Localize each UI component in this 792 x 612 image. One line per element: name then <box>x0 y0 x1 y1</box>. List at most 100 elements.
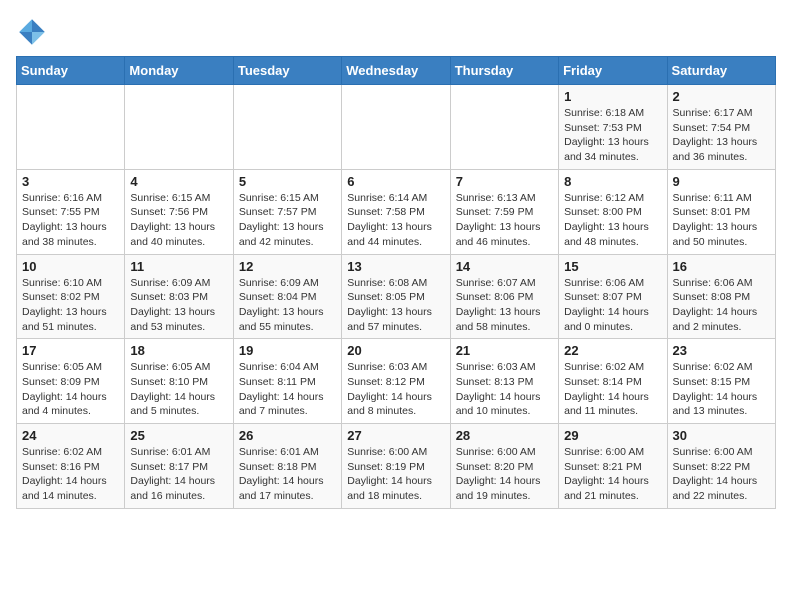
calendar-cell <box>17 85 125 170</box>
day-number: 13 <box>347 259 444 274</box>
day-number: 22 <box>564 343 661 358</box>
calendar-cell: 3 Sunrise: 6:16 AM Sunset: 7:55 PM Daylig… <box>17 169 125 254</box>
calendar-cell: 18Sunrise: 6:05 AM Sunset: 8:10 PM Dayli… <box>125 339 233 424</box>
day-info: Sunrise: 6:14 AM Sunset: 7:58 PM Dayligh… <box>347 191 444 250</box>
day-info: Sunrise: 6:00 AM Sunset: 8:22 PM Dayligh… <box>673 445 770 504</box>
day-info: Sunrise: 6:18 AM Sunset: 7:53 PM Dayligh… <box>564 106 661 165</box>
day-info: Sunrise: 6:04 AM Sunset: 8:11 PM Dayligh… <box>239 360 336 419</box>
column-header-thursday: Thursday <box>450 57 558 85</box>
day-number: 17 <box>22 343 119 358</box>
logo-icon <box>16 16 48 48</box>
day-number: 29 <box>564 428 661 443</box>
calendar-cell: 14Sunrise: 6:07 AM Sunset: 8:06 PM Dayli… <box>450 254 558 339</box>
calendar-cell <box>125 85 233 170</box>
day-info: Sunrise: 6:06 AM Sunset: 8:08 PM Dayligh… <box>673 276 770 335</box>
calendar-cell: 7Sunrise: 6:13 AM Sunset: 7:59 PM Daylig… <box>450 169 558 254</box>
calendar-cell: 12 Sunrise: 6:09 AM Sunset: 8:04 PM Dayli… <box>233 254 341 339</box>
calendar-cell: 9 Sunrise: 6:11 AM Sunset: 8:01 PM Daylig… <box>667 169 775 254</box>
calendar-cell: 26 Sunrise: 6:01 AM Sunset: 8:18 PM Dayli… <box>233 424 341 509</box>
day-info: Sunrise: 6:00 AM Sunset: 8:19 PM Dayligh… <box>347 445 444 504</box>
day-info: Sunrise: 6:15 AM Sunset: 7:56 PM Dayligh… <box>130 191 227 250</box>
day-number: 26 <box>239 428 336 443</box>
day-info: Sunrise: 6:03 AM Sunset: 8:13 PM Dayligh… <box>456 360 553 419</box>
day-info: Sunrise: 6:00 AM Sunset: 8:20 PM Dayligh… <box>456 445 553 504</box>
calendar-cell: 19 Sunrise: 6:04 AM Sunset: 8:11 PM Dayli… <box>233 339 341 424</box>
day-number: 19 <box>239 343 336 358</box>
calendar-week-row: 1 Sunrise: 6:18 AM Sunset: 7:53 PM Daylig… <box>17 85 776 170</box>
calendar-cell: 13 Sunrise: 6:08 AM Sunset: 8:05 PM Dayli… <box>342 254 450 339</box>
day-info: Sunrise: 6:11 AM Sunset: 8:01 PM Dayligh… <box>673 191 770 250</box>
day-info: Sunrise: 6:16 AM Sunset: 7:55 PM Dayligh… <box>22 191 119 250</box>
calendar-cell: 16Sunrise: 6:06 AM Sunset: 8:08 PM Dayli… <box>667 254 775 339</box>
day-info: Sunrise: 6:02 AM Sunset: 8:16 PM Dayligh… <box>22 445 119 504</box>
calendar-cell: 4 Sunrise: 6:15 AM Sunset: 7:56 PM Daylig… <box>125 169 233 254</box>
day-info: Sunrise: 6:17 AM Sunset: 7:54 PM Dayligh… <box>673 106 770 165</box>
calendar-cell: 17 Sunrise: 6:05 AM Sunset: 8:09 PM Dayli… <box>17 339 125 424</box>
day-number: 11 <box>130 259 227 274</box>
calendar-week-row: 10 Sunrise: 6:10 AM Sunset: 8:02 PM Dayli… <box>17 254 776 339</box>
day-info: Sunrise: 6:09 AM Sunset: 8:04 PM Dayligh… <box>239 276 336 335</box>
day-info: Sunrise: 6:03 AM Sunset: 8:12 PM Dayligh… <box>347 360 444 419</box>
day-number: 20 <box>347 343 444 358</box>
calendar-cell: 27 Sunrise: 6:00 AM Sunset: 8:19 PM Dayli… <box>342 424 450 509</box>
day-info: Sunrise: 6:15 AM Sunset: 7:57 PM Dayligh… <box>239 191 336 250</box>
calendar-cell: 29 Sunrise: 6:00 AM Sunset: 8:21 PM Dayli… <box>559 424 667 509</box>
day-number: 15 <box>564 259 661 274</box>
day-number: 3 <box>22 174 119 189</box>
calendar-week-row: 24Sunrise: 6:02 AM Sunset: 8:16 PM Dayli… <box>17 424 776 509</box>
day-info: Sunrise: 6:12 AM Sunset: 8:00 PM Dayligh… <box>564 191 661 250</box>
day-info: Sunrise: 6:01 AM Sunset: 8:18 PM Dayligh… <box>239 445 336 504</box>
calendar-table: SundayMondayTuesdayWednesdayThursdayFrid… <box>16 56 776 509</box>
calendar-cell: 8 Sunrise: 6:12 AM Sunset: 8:00 PM Daylig… <box>559 169 667 254</box>
day-info: Sunrise: 6:09 AM Sunset: 8:03 PM Dayligh… <box>130 276 227 335</box>
calendar-week-row: 3 Sunrise: 6:16 AM Sunset: 7:55 PM Daylig… <box>17 169 776 254</box>
day-number: 21 <box>456 343 553 358</box>
column-header-tuesday: Tuesday <box>233 57 341 85</box>
column-header-saturday: Saturday <box>667 57 775 85</box>
day-info: Sunrise: 6:06 AM Sunset: 8:07 PM Dayligh… <box>564 276 661 335</box>
calendar-cell: 5 Sunrise: 6:15 AM Sunset: 7:57 PM Daylig… <box>233 169 341 254</box>
day-number: 14 <box>456 259 553 274</box>
calendar-cell: 1 Sunrise: 6:18 AM Sunset: 7:53 PM Daylig… <box>559 85 667 170</box>
day-number: 2 <box>673 89 770 104</box>
calendar-cell: 30 Sunrise: 6:00 AM Sunset: 8:22 PM Dayli… <box>667 424 775 509</box>
day-number: 10 <box>22 259 119 274</box>
day-number: 8 <box>564 174 661 189</box>
calendar-cell: 25 Sunrise: 6:01 AM Sunset: 8:17 PM Dayli… <box>125 424 233 509</box>
calendar-cell: 6 Sunrise: 6:14 AM Sunset: 7:58 PM Daylig… <box>342 169 450 254</box>
calendar-cell: 2 Sunrise: 6:17 AM Sunset: 7:54 PM Daylig… <box>667 85 775 170</box>
day-info: Sunrise: 6:02 AM Sunset: 8:15 PM Dayligh… <box>673 360 770 419</box>
calendar-cell: 10 Sunrise: 6:10 AM Sunset: 8:02 PM Dayli… <box>17 254 125 339</box>
day-info: Sunrise: 6:05 AM Sunset: 8:09 PM Dayligh… <box>22 360 119 419</box>
calendar-cell: 21 Sunrise: 6:03 AM Sunset: 8:13 PM Dayli… <box>450 339 558 424</box>
day-info: Sunrise: 6:02 AM Sunset: 8:14 PM Dayligh… <box>564 360 661 419</box>
day-number: 18 <box>130 343 227 358</box>
day-number: 7 <box>456 174 553 189</box>
day-info: Sunrise: 6:10 AM Sunset: 8:02 PM Dayligh… <box>22 276 119 335</box>
column-header-sunday: Sunday <box>17 57 125 85</box>
day-number: 25 <box>130 428 227 443</box>
day-number: 1 <box>564 89 661 104</box>
calendar-cell <box>342 85 450 170</box>
day-number: 6 <box>347 174 444 189</box>
day-number: 27 <box>347 428 444 443</box>
day-info: Sunrise: 6:00 AM Sunset: 8:21 PM Dayligh… <box>564 445 661 504</box>
calendar-cell <box>233 85 341 170</box>
calendar-cell: 24Sunrise: 6:02 AM Sunset: 8:16 PM Dayli… <box>17 424 125 509</box>
calendar-cell: 20 Sunrise: 6:03 AM Sunset: 8:12 PM Dayli… <box>342 339 450 424</box>
calendar-cell: 28 Sunrise: 6:00 AM Sunset: 8:20 PM Dayli… <box>450 424 558 509</box>
calendar-cell: 23 Sunrise: 6:02 AM Sunset: 8:15 PM Dayli… <box>667 339 775 424</box>
day-number: 30 <box>673 428 770 443</box>
day-number: 12 <box>239 259 336 274</box>
calendar-cell: 15 Sunrise: 6:06 AM Sunset: 8:07 PM Dayli… <box>559 254 667 339</box>
day-info: Sunrise: 6:08 AM Sunset: 8:05 PM Dayligh… <box>347 276 444 335</box>
day-number: 9 <box>673 174 770 189</box>
column-header-monday: Monday <box>125 57 233 85</box>
calendar-cell: 22 Sunrise: 6:02 AM Sunset: 8:14 PM Dayli… <box>559 339 667 424</box>
day-number: 4 <box>130 174 227 189</box>
day-number: 28 <box>456 428 553 443</box>
day-number: 5 <box>239 174 336 189</box>
day-number: 23 <box>673 343 770 358</box>
day-info: Sunrise: 6:01 AM Sunset: 8:17 PM Dayligh… <box>130 445 227 504</box>
column-header-wednesday: Wednesday <box>342 57 450 85</box>
